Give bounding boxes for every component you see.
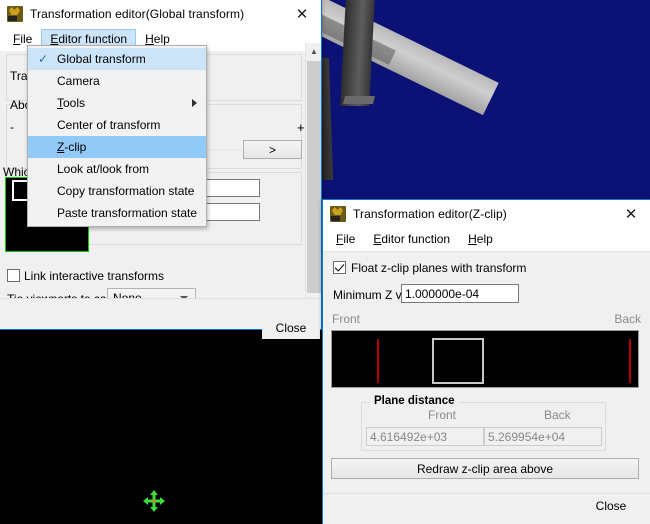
editor-function-menu[interactable]: ✓ Global transform Camera Tools Center o…	[27, 45, 207, 227]
float-zclip-checkbox[interactable]	[333, 261, 346, 274]
column-cap	[343, 96, 375, 104]
menu-item-z-clip[interactable]: Z-clip	[28, 136, 206, 158]
front-plane-line	[377, 339, 379, 383]
column-vertical	[340, 0, 375, 106]
zclip-dialog-client: Float z-clip planes with transform Minim…	[323, 251, 650, 524]
main-dialog-title: Transformation editor(Global transform)	[30, 7, 245, 21]
submenu-arrow-icon	[192, 99, 197, 107]
zclip-dialog-titlebar[interactable]: Transformation editor(Z-clip) ✕	[323, 200, 650, 228]
zclip-dialog-title: Transformation editor(Z-clip)	[353, 207, 507, 221]
plane-distance-title: Plane distance	[370, 395, 459, 407]
zclip-preview[interactable]	[331, 330, 639, 388]
menu-item-z-clip-label: Z-clip	[57, 140, 87, 154]
transformation-editor-zclip-dialog: Transformation editor(Z-clip) ✕ File Edi…	[322, 199, 650, 524]
minimum-z-field[interactable]: 1.000000e-04	[401, 284, 519, 303]
menu-item-camera-label: Camera	[57, 74, 100, 88]
scroll-up-icon[interactable]: ▲	[306, 43, 322, 60]
zclip-menu-editor-function[interactable]: Editor function	[364, 229, 459, 250]
main-dialog-titlebar[interactable]: Transformation editor(Global transform) …	[0, 0, 321, 28]
dash-label: -	[10, 120, 14, 134]
close-icon[interactable]: ✕	[283, 0, 321, 28]
link-interactive-label: Link interactive transforms	[24, 269, 165, 283]
zclip-menu-editor-function-rest: ditor function	[381, 232, 451, 246]
back-axis-label: Back	[614, 312, 641, 326]
menu-item-center-of-transform[interactable]: Center of transform	[28, 114, 206, 136]
zclip-menu-file[interactable]: File	[327, 229, 364, 250]
zclip-menu-help-rest: elp	[476, 232, 493, 246]
menu-file-rest: ile	[20, 32, 33, 46]
app-icon	[330, 206, 346, 222]
menu-item-tools[interactable]: Tools	[28, 92, 206, 114]
column-left-edge	[322, 58, 334, 180]
screen-root: Transformation editor(Global transform) …	[0, 0, 650, 524]
3d-model-viewport[interactable]	[322, 0, 650, 205]
redraw-zclip-button[interactable]: Redraw z-clip area above	[331, 458, 639, 479]
model-bounds-rect	[432, 338, 484, 384]
link-interactive-checkbox[interactable]	[7, 269, 20, 282]
menu-item-camera[interactable]: Camera	[28, 70, 206, 92]
menu-item-copy-transformation-state[interactable]: Copy transformation state	[28, 180, 206, 202]
menu-item-global-transform[interactable]: ✓ Global transform	[28, 48, 206, 70]
plane-distance-front-field[interactable]: 4.616492e+03	[366, 427, 484, 446]
scrollbar-thumb[interactable]	[307, 61, 321, 293]
plane-distance-front-label: Front	[428, 408, 457, 422]
menu-editor-function-rest: ditor function	[58, 32, 128, 46]
close-icon[interactable]: ✕	[612, 200, 650, 228]
front-axis-label: Front	[332, 312, 361, 326]
menu-item-center-of-transform-label: Center of transform	[57, 118, 161, 132]
menu-item-paste-transformation-state[interactable]: Paste transformation state	[28, 202, 206, 224]
menu-item-copy-transformation-state-label: Copy transformation state	[57, 184, 195, 198]
arrow-right-button[interactable]: >	[243, 140, 302, 159]
zclip-dialog-menubar: File Editor function Help	[323, 228, 650, 251]
plane-distance-back-label: Back	[544, 408, 571, 422]
plane-distance-back-field[interactable]: 5.269954e+04	[484, 427, 602, 446]
float-zclip-label: Float z-clip planes with transform	[351, 261, 527, 275]
menu-item-paste-transformation-state-label: Paste transformation state	[57, 206, 198, 220]
move-cursor	[143, 490, 165, 512]
plus-label: +	[297, 120, 305, 135]
menu-item-tools-label: Tools	[57, 96, 86, 110]
main-close-button[interactable]: Close	[262, 317, 320, 339]
zclip-close-button[interactable]: Close	[580, 495, 642, 517]
app-icon	[7, 6, 23, 22]
check-icon: ✓	[37, 52, 49, 66]
main-dialog-scrollbar[interactable]: ▲ ▼	[305, 43, 321, 314]
menu-item-look-at-look-from-label: Look at/look from	[57, 162, 150, 176]
back-plane-line	[629, 339, 631, 383]
menu-help-rest: elp	[153, 32, 170, 46]
menu-item-look-at-look-from[interactable]: Look at/look from	[28, 158, 206, 180]
zclip-menu-help[interactable]: Help	[459, 229, 502, 250]
menu-item-global-transform-label: Global transform	[57, 52, 146, 66]
zclip-menu-file-rest: ile	[343, 232, 356, 246]
